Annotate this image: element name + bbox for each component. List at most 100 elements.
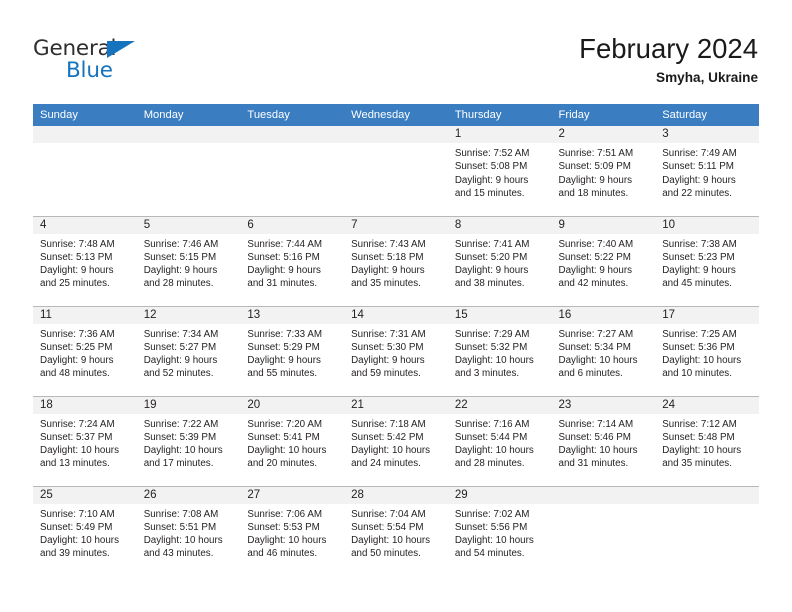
day-number: 11 — [33, 306, 137, 324]
day-details: Sunrise: 7:51 AM Sunset: 5:09 PM Daylight:… — [552, 143, 656, 200]
day-details: Sunrise: 7:24 AM Sunset: 5:37 PM Daylight:… — [33, 414, 137, 471]
day-number: 15 — [447, 306, 552, 324]
day-number: 9 — [551, 216, 656, 234]
day-detail-line: and 54 minutes. — [454, 548, 525, 560]
calendar-week-row: 1 Sunrise: 7:52 AM Sunset: 5:08 PM Daylight… — [33, 126, 759, 216]
calendar-day-cell[interactable]: 24 Sunrise: 7:12 AM Sunset: 5:48 PM Dayligh… — [655, 395, 759, 486]
day-detail-line: Sunrise: 7:41 AM — [454, 238, 530, 250]
day-detail-line: Sunset: 5:08 PM — [454, 161, 528, 173]
day-detail-line: Sunset: 5:48 PM — [662, 431, 735, 443]
day-detail-line: Sunrise: 7:29 AM — [454, 328, 530, 340]
calendar-day-cell[interactable]: 25 Sunrise: 7:10 AM Sunset: 5:49 PM Dayligh… — [33, 485, 137, 576]
calendar-empty-cell — [344, 126, 448, 216]
calendar-empty-cell — [136, 126, 241, 216]
day-number: 12 — [136, 306, 241, 324]
day-details: Sunrise: 7:08 AM Sunset: 5:51 PM Daylight:… — [137, 504, 241, 561]
calendar-day-cell[interactable]: 8 Sunrise: 7:41 AM Sunset: 5:20 PM Daylight… — [447, 215, 552, 306]
day-detail-line: Daylight: 10 hours — [40, 445, 119, 457]
calendar-day-cell[interactable]: 20 Sunrise: 7:20 AM Sunset: 5:41 PM Dayligh… — [240, 395, 345, 486]
day-number: 26 — [136, 486, 241, 504]
day-detail-line: and 25 minutes. — [40, 278, 110, 290]
day-detail-line: Sunset: 5:20 PM — [454, 251, 528, 263]
day-number: 16 — [551, 306, 656, 324]
page-header: General Blue February 2024 Smyha, Ukrain… — [0, 0, 792, 100]
day-details: Sunrise: 7:52 AM Sunset: 5:08 PM Daylight:… — [448, 143, 552, 200]
day-detail-line: Daylight: 9 hours — [40, 355, 114, 367]
day-detail-line: Sunrise: 7:16 AM — [454, 418, 530, 430]
calendar-day-cell[interactable]: 2 Sunrise: 7:51 AM Sunset: 5:09 PM Daylight… — [551, 126, 656, 216]
calendar-day-cell[interactable]: 1 Sunrise: 7:52 AM Sunset: 5:08 PM Daylight… — [447, 126, 552, 216]
weekday-header-monday: Monday — [136, 104, 241, 126]
calendar-day-cell[interactable]: 5 Sunrise: 7:46 AM Sunset: 5:15 PM Daylight… — [136, 215, 241, 306]
title-block: February 2024 Smyha, Ukraine — [579, 33, 758, 86]
day-detail-line: and 42 minutes. — [558, 278, 629, 290]
day-number: 27 — [240, 486, 345, 504]
day-details: Sunrise: 7:31 AM Sunset: 5:30 PM Daylight:… — [344, 324, 448, 381]
calendar-day-cell[interactable]: 7 Sunrise: 7:43 AM Sunset: 5:18 PM Daylight… — [344, 215, 448, 306]
calendar-day-cell[interactable]: 21 Sunrise: 7:18 AM Sunset: 5:42 PM Dayligh… — [344, 395, 448, 486]
day-detail-line: Daylight: 10 hours — [454, 355, 534, 367]
calendar-day-cell[interactable]: 16 Sunrise: 7:27 AM Sunset: 5:34 PM Dayligh… — [551, 305, 656, 396]
day-detail-line: Sunset: 5:16 PM — [247, 251, 320, 263]
calendar-day-cell[interactable]: 23 Sunrise: 7:14 AM Sunset: 5:46 PM Dayligh… — [551, 395, 656, 486]
logo-text-blue: Blue — [66, 58, 113, 83]
weekday-header-thursday: Thursday — [447, 104, 552, 126]
day-details: Sunrise: 7:04 AM Sunset: 5:54 PM Daylight:… — [344, 504, 448, 561]
day-number: 14 — [344, 306, 448, 324]
day-detail-line: Sunset: 5:32 PM — [454, 341, 528, 353]
day-details: Sunrise: 7:10 AM Sunset: 5:49 PM Daylight:… — [33, 504, 137, 561]
calendar-day-cell[interactable]: 17 Sunrise: 7:25 AM Sunset: 5:36 PM Dayligh… — [655, 305, 759, 396]
day-number: 4 — [33, 216, 137, 234]
calendar-day-cell[interactable]: 19 Sunrise: 7:22 AM Sunset: 5:39 PM Dayligh… — [136, 395, 241, 486]
calendar-day-cell[interactable]: 27 Sunrise: 7:06 AM Sunset: 5:53 PM Dayligh… — [240, 485, 345, 576]
day-detail-line: Daylight: 10 hours — [247, 445, 327, 457]
calendar-day-cell[interactable]: 9 Sunrise: 7:40 AM Sunset: 5:22 PM Daylight… — [551, 215, 656, 306]
day-detail-line: Daylight: 9 hours — [143, 265, 218, 277]
day-number: 21 — [344, 396, 448, 414]
day-detail-line: Daylight: 9 hours — [351, 355, 425, 367]
day-detail-line: Sunrise: 7:52 AM — [454, 148, 530, 159]
day-detail-line: and 38 minutes. — [454, 278, 525, 290]
day-details: Sunrise: 7:20 AM Sunset: 5:41 PM Daylight:… — [240, 414, 344, 471]
calendar-day-cell[interactable]: 29 Sunrise: 7:02 AM Sunset: 5:56 PM Dayligh… — [447, 485, 552, 576]
day-detail-line: Sunrise: 7:48 AM — [40, 238, 115, 250]
calendar-week-row: 25 Sunrise: 7:10 AM Sunset: 5:49 PM Dayligh… — [33, 485, 759, 576]
day-detail-line: and 28 minutes. — [454, 458, 525, 470]
calendar-day-cell[interactable]: 28 Sunrise: 7:04 AM Sunset: 5:54 PM Dayligh… — [344, 485, 448, 576]
calendar-day-cell[interactable]: 6 Sunrise: 7:44 AM Sunset: 5:16 PM Daylight… — [240, 215, 345, 306]
day-number: 20 — [240, 396, 345, 414]
day-detail-line: and 48 minutes. — [40, 368, 110, 380]
day-details: Sunrise: 7:49 AM Sunset: 5:11 PM Daylight:… — [655, 143, 759, 200]
calendar-day-cell[interactable]: 22 Sunrise: 7:16 AM Sunset: 5:44 PM Dayligh… — [447, 395, 552, 486]
day-detail-line: and 6 minutes. — [558, 368, 623, 380]
calendar-day-cell[interactable]: 14 Sunrise: 7:31 AM Sunset: 5:30 PM Dayligh… — [344, 305, 448, 396]
day-detail-line: Sunset: 5:44 PM — [454, 431, 528, 443]
calendar-day-cell[interactable]: 4 Sunrise: 7:48 AM Sunset: 5:13 PM Daylight… — [33, 215, 137, 306]
day-detail-line: Sunset: 5:22 PM — [558, 251, 631, 263]
day-detail-line: Sunset: 5:37 PM — [40, 431, 113, 443]
day-detail-line: and 31 minutes. — [558, 458, 629, 470]
day-detail-line: Daylight: 9 hours — [143, 355, 218, 367]
calendar-day-cell[interactable]: 13 Sunrise: 7:33 AM Sunset: 5:29 PM Dayligh… — [240, 305, 345, 396]
day-detail-line: Sunrise: 7:31 AM — [351, 328, 426, 340]
calendar-day-cell[interactable]: 10 Sunrise: 7:38 AM Sunset: 5:23 PM Dayligh… — [655, 215, 759, 306]
calendar-day-cell[interactable]: 11 Sunrise: 7:36 AM Sunset: 5:25 PM Dayligh… — [33, 305, 137, 396]
weekday-header-saturday: Saturday — [655, 104, 759, 126]
day-detail-line: Sunset: 5:56 PM — [454, 521, 528, 533]
calendar-day-cell[interactable]: 3 Sunrise: 7:49 AM Sunset: 5:11 PM Daylight… — [655, 126, 759, 216]
calendar-day-cell[interactable]: 15 Sunrise: 7:29 AM Sunset: 5:32 PM Dayligh… — [447, 305, 552, 396]
day-detail-line: Daylight: 9 hours — [662, 174, 736, 186]
day-detail-line: Sunrise: 7:12 AM — [662, 418, 737, 430]
day-detail-line: and 24 minutes. — [351, 458, 421, 470]
calendar-day-cell[interactable]: 18 Sunrise: 7:24 AM Sunset: 5:37 PM Dayligh… — [33, 395, 137, 486]
day-detail-line: Daylight: 10 hours — [247, 535, 327, 547]
calendar-day-cell[interactable]: 26 Sunrise: 7:08 AM Sunset: 5:51 PM Dayligh… — [136, 485, 241, 576]
day-detail-line: and 10 minutes. — [662, 368, 732, 380]
calendar-table: Sunday Monday Tuesday Wednesday Thursday… — [33, 104, 759, 576]
calendar-day-cell[interactable]: 12 Sunrise: 7:34 AM Sunset: 5:27 PM Dayligh… — [136, 305, 241, 396]
calendar-week-row: 11 Sunrise: 7:36 AM Sunset: 5:25 PM Dayligh… — [33, 305, 759, 396]
day-detail-line: Daylight: 9 hours — [40, 265, 114, 277]
day-detail-line: and 50 minutes. — [351, 548, 421, 560]
day-detail-line: Daylight: 10 hours — [40, 535, 119, 547]
day-detail-line: Sunrise: 7:33 AM — [247, 328, 323, 340]
